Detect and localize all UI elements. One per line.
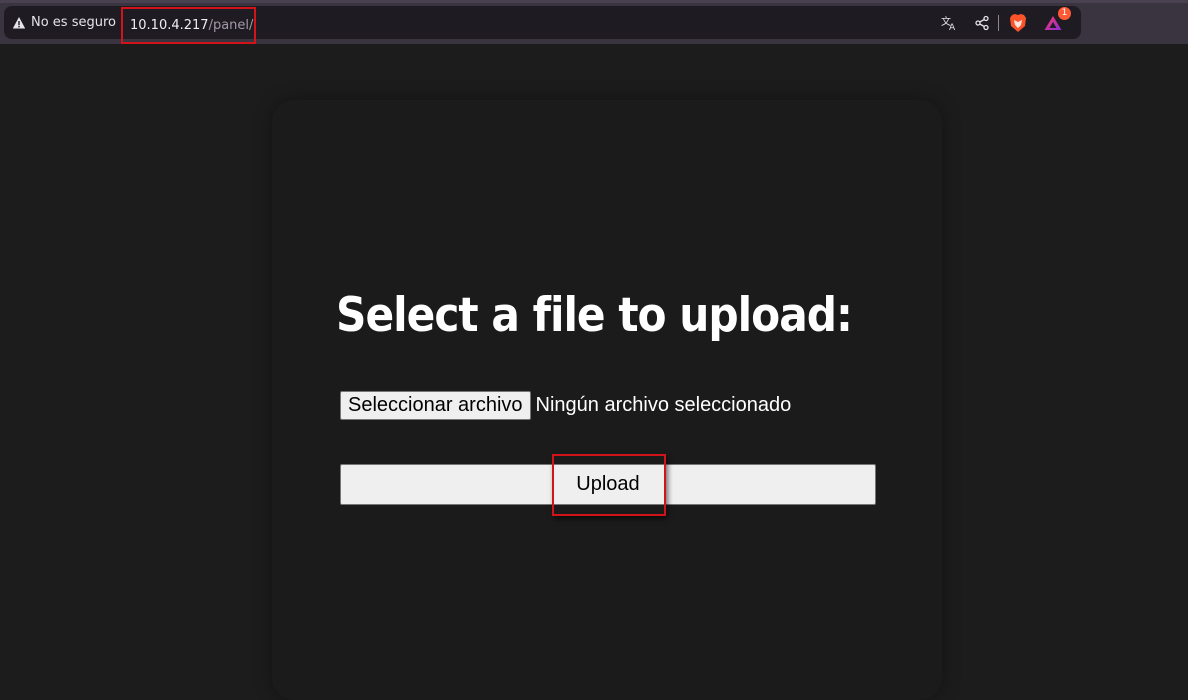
address-bar-actions: 文 A 1 <box>940 6 1081 39</box>
browser-toolbar: No es seguro 10.10.4.217/panel/ 文 A 1 <box>0 0 1188 44</box>
file-status-text: Ningún archivo seleccionado <box>535 393 792 416</box>
select-file-button[interactable]: Seleccionar archivo <box>340 390 531 420</box>
address-bar[interactable]: No es seguro 10.10.4.217/panel/ 文 A 1 <box>4 6 1081 44</box>
upload-button[interactable]: Upload <box>340 464 876 505</box>
security-label: No es seguro <box>31 15 116 30</box>
toolbar-divider <box>998 14 999 31</box>
security-indicator[interactable]: No es seguro <box>12 6 116 39</box>
page-content <box>0 44 1188 700</box>
brave-lion-icon[interactable] <box>1009 13 1027 33</box>
translate-icon[interactable]: 文 A <box>940 14 958 32</box>
url-path: /panel/ <box>208 18 254 33</box>
file-input[interactable]: Seleccionar archivo Ningún archivo selec… <box>340 390 791 420</box>
warning-icon <box>12 16 26 30</box>
page-heading: Select a file to upload: <box>336 288 853 343</box>
url-field[interactable]: 10.10.4.217/panel/ <box>121 7 256 44</box>
url-host: 10.10.4.217 <box>130 18 209 33</box>
rewards-triangle-icon[interactable]: 1 <box>1043 6 1071 32</box>
svg-text:A: A <box>949 23 956 32</box>
notification-badge: 1 <box>1058 6 1071 20</box>
share-icon[interactable] <box>974 15 990 31</box>
